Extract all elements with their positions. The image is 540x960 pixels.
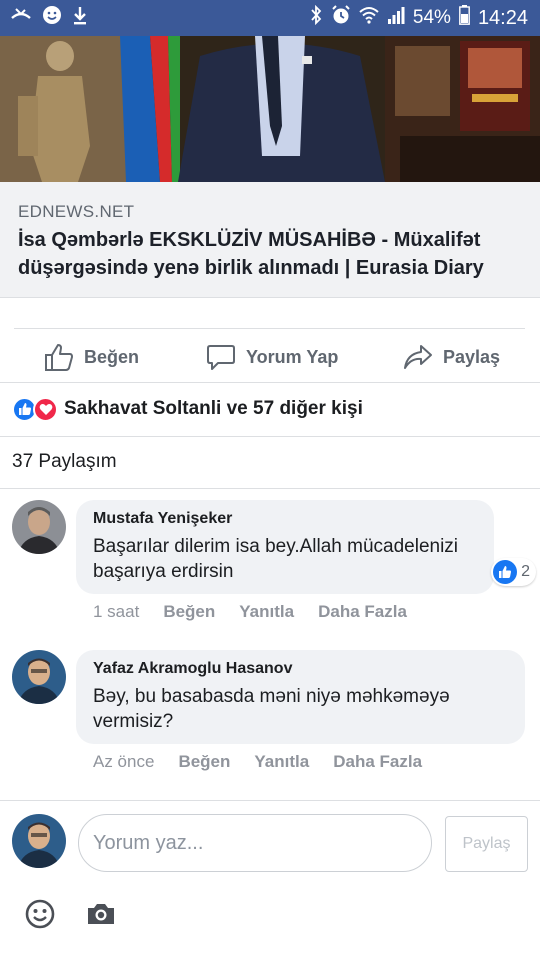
post-comment-button[interactable]: Paylaş [445,816,528,872]
reaction-count: 2 [521,563,530,580]
shares-count[interactable]: 37 Paylaşım [0,437,540,487]
comment-text: Bəy, bu basabasda məni niyə məhkəməyə ve… [93,686,450,732]
status-left [10,5,88,31]
avatar[interactable] [12,500,66,554]
share-label: Paylaş [443,346,501,367]
comment-bubble: Yafaz Akramoglu Hasanov Bəy, bu basabasd… [76,650,525,744]
link-title: İsa Qəmbərlə EKSKLÜZİV MÜSAHİBƏ - Müxali… [18,229,484,279]
emoji-icon[interactable] [24,898,56,935]
divider [0,488,540,489]
thumbs-up-icon [493,560,518,584]
comment-like-button[interactable]: Beğen [178,752,230,772]
comment-time: 1 saat [93,602,140,621]
link-preview[interactable]: EDNEWS.NET İsa Qəmbərlə EKSKLÜZİV MÜSAHİ… [0,182,540,298]
reactions-text: Sakhavat Soltanli ve 57 diğer kişi [64,398,363,419]
status-bar: 54% 14:24 [0,0,540,36]
signal-icon [387,6,405,30]
alarm-icon [331,5,351,31]
link-domain: EDNEWS.NET [18,202,135,221]
divider [0,800,540,801]
link-preview-photo [0,36,540,182]
avatar[interactable] [12,650,66,704]
thumbs-up-icon [44,343,74,371]
reactions-summary[interactable]: Sakhavat Soltanli ve 57 diğer kişi [0,383,540,435]
comment-meta: 1 saat Beğen Yanıtla Daha Fazla [93,602,407,622]
comment-icon [206,343,236,371]
like-button[interactable]: Beğen [44,343,139,371]
comment-more-button[interactable]: Daha Fazla [333,752,422,772]
bluetooth-icon [309,4,323,31]
divider [14,328,525,329]
status-right: 54% 14:24 [309,4,528,31]
reaction-icons [12,396,58,422]
missed-call-icon [10,6,32,30]
comment-like-button[interactable]: Beğen [163,602,215,622]
comment-text: Başarılar dilerim isa bey.Allah mücadele… [93,536,459,582]
emoji-app-icon [42,5,62,31]
comment-reply-button[interactable]: Yanıtla [254,752,309,772]
comment-button[interactable]: Yorum Yap [206,343,338,371]
comment-reaction-badge[interactable]: 2 [491,558,536,586]
share-button[interactable]: Paylaş [403,343,500,371]
comment-more-button[interactable]: Daha Fazla [318,602,407,622]
shares-text: 37 Paylaşım [12,451,117,472]
battery-level: 54% [412,7,451,28]
comment-time: Az önce [93,752,155,771]
comment: Yafaz Akramoglu Hasanov Bəy, bu basabasd… [12,650,532,780]
comment-meta: Az önce Beğen Yanıtla Daha Fazla [93,752,422,772]
comment-composer: Yorum yaz... Paylaş [12,812,532,874]
camera-icon[interactable] [86,901,116,932]
comment-reply-button[interactable]: Yanıtla [239,602,294,622]
comment-bubble: Mustafa Yenişeker Başarılar dilerim isa … [76,500,494,594]
comment: Mustafa Yenişeker Başarılar dilerim isa … [12,500,536,630]
composer-tools [24,898,116,935]
download-icon [72,5,88,31]
comment-label: Yorum Yap [246,346,339,367]
love-reaction-icon [33,396,58,422]
link-preview-image[interactable] [0,36,540,182]
wifi-icon [359,6,379,30]
comment-author[interactable]: Mustafa Yenişeker [93,510,476,528]
post-action-bar: Beğen Yorum Yap Paylaş [0,335,540,381]
comment-input[interactable]: Yorum yaz... [78,814,432,872]
clock: 14:24 [477,6,528,29]
share-arrow-icon [403,343,433,371]
avatar [12,814,66,868]
battery-icon [459,5,470,31]
comment-author[interactable]: Yafaz Akramoglu Hasanov [93,660,507,678]
like-label: Beğen [84,346,140,367]
